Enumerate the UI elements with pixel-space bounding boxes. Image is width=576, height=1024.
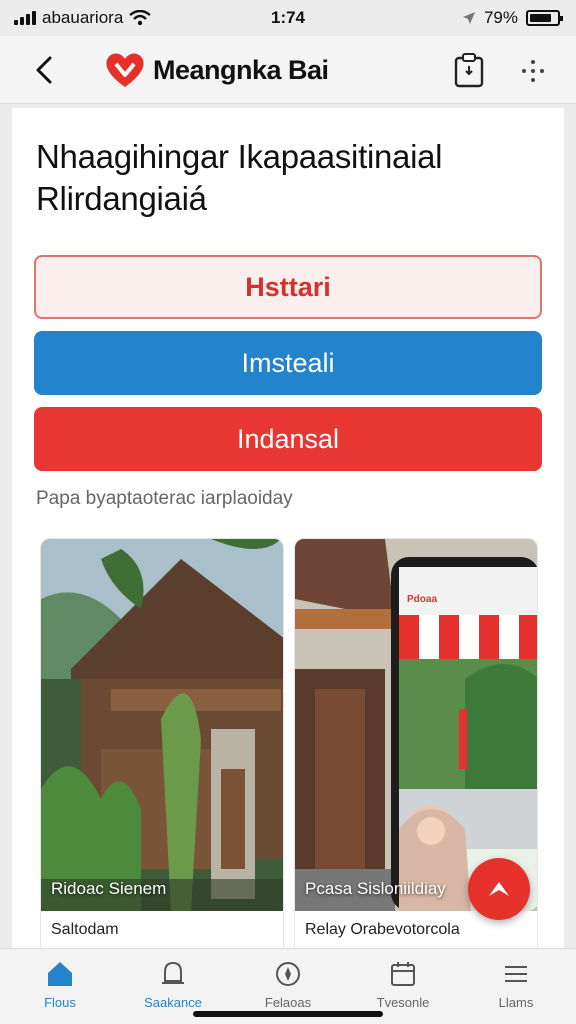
photo-label: Saltodam bbox=[51, 921, 119, 938]
tab-calendar[interactable]: Tvesonle bbox=[348, 959, 458, 1010]
title-line-1: Nhaagihingar Ikapaasitinaial bbox=[36, 138, 443, 175]
photo-caption: Pcasa Sisloniildiay bbox=[305, 879, 446, 898]
outline-red-button[interactable]: Hsttari bbox=[34, 255, 542, 319]
app-bar: Meangnka Bai bbox=[0, 36, 576, 104]
tab-label: Saakance bbox=[144, 995, 202, 1010]
tab-alerts[interactable]: Saakance bbox=[118, 959, 228, 1010]
page-title: Nhaagihingar Ikapaasitinaial Rlirdangiai… bbox=[36, 136, 546, 220]
more-dots-icon[interactable] bbox=[516, 54, 550, 88]
bell-icon bbox=[162, 961, 184, 984]
tab-home[interactable]: Flous bbox=[5, 959, 115, 1010]
fab-button[interactable] bbox=[468, 858, 530, 920]
photo-caption: Ridoac Sienem bbox=[51, 879, 167, 898]
app-brand: Meangnka Bai bbox=[153, 55, 329, 85]
mini-brand: Pdoaa bbox=[407, 594, 437, 605]
status-bar: abauariora 1:74 79% bbox=[0, 0, 576, 36]
tab-menu[interactable]: Llams bbox=[461, 959, 571, 1010]
battery-icon bbox=[526, 10, 563, 26]
calendar-icon bbox=[391, 962, 415, 986]
tab-label: Llams bbox=[498, 995, 534, 1010]
compass-icon bbox=[276, 962, 300, 986]
phone-photo: Pdoaa bbox=[295, 539, 537, 911]
content-card: Nhaagihingar Ikapaasitinaial Rlirdangiai… bbox=[12, 108, 564, 948]
menu-icon bbox=[505, 966, 527, 982]
blue-button[interactable]: Imsteali bbox=[34, 331, 542, 395]
up-chevron-icon bbox=[489, 882, 509, 896]
location-icon bbox=[462, 12, 475, 24]
hint-text: Papa byaptaoterac iarplaoiday bbox=[36, 488, 293, 509]
heart-logo-icon bbox=[106, 53, 144, 87]
photo-label: Relay Orabevotorcola bbox=[305, 921, 460, 938]
battery-fill bbox=[530, 14, 551, 22]
battery-percent: 79% bbox=[483, 8, 518, 27]
house-photo bbox=[41, 539, 283, 911]
tab-explore[interactable]: Felaoas bbox=[233, 959, 343, 1010]
status-right: 79% bbox=[462, 8, 563, 28]
red-button[interactable]: Indansal bbox=[34, 407, 542, 471]
photo-card-house[interactable]: Ridoac Sienem Saltodam bbox=[40, 538, 284, 948]
clipboard-icon[interactable] bbox=[452, 52, 486, 88]
tab-label: Flous bbox=[44, 995, 76, 1010]
chevron-left-icon[interactable] bbox=[26, 50, 66, 90]
home-icon bbox=[48, 962, 72, 986]
tab-label: Felaoas bbox=[264, 995, 312, 1010]
tab-label: Tvesonle bbox=[376, 995, 430, 1010]
title-line-2: Rlirdangiaiá bbox=[36, 180, 207, 217]
home-indicator bbox=[193, 1011, 383, 1017]
